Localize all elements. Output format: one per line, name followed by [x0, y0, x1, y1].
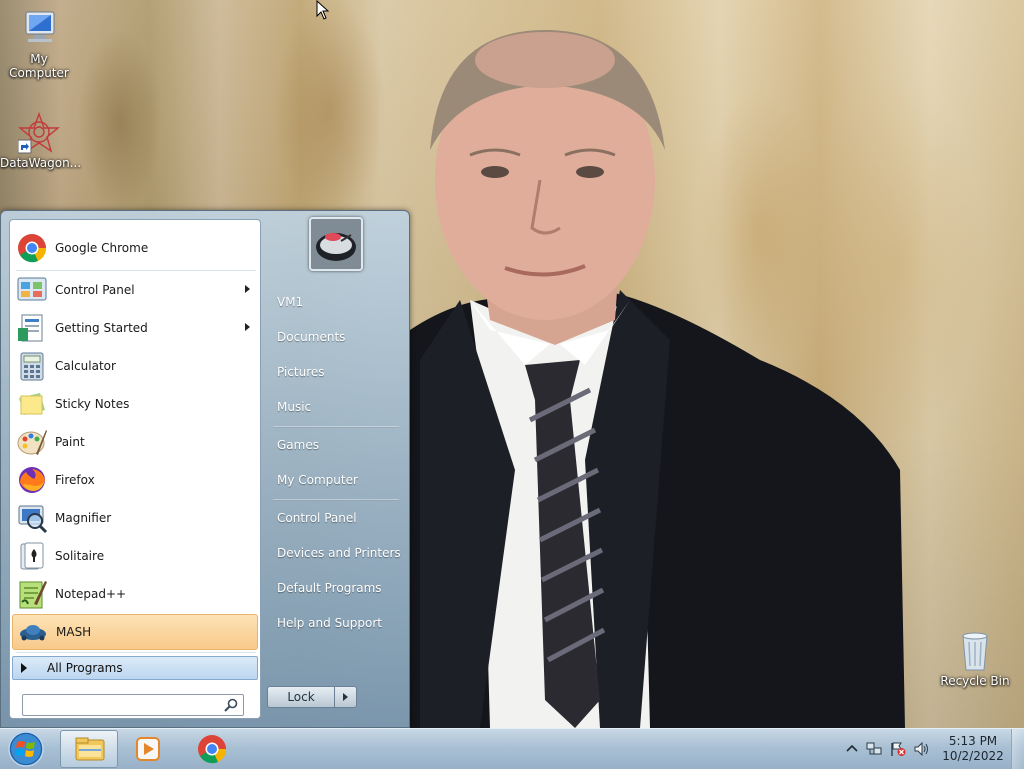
search-input[interactable]: [25, 696, 219, 716]
program-magnifier[interactable]: Magnifier: [12, 500, 258, 536]
clock-time: 5:13 PM: [948, 734, 998, 748]
program-label: Calculator: [55, 359, 116, 373]
program-label: Solitaire: [55, 549, 105, 563]
control-panel-icon: [16, 274, 48, 306]
volume-icon[interactable]: [914, 742, 930, 756]
solitaire-icon: [16, 540, 48, 572]
computer-icon: [18, 8, 60, 50]
right-pane-separator: [273, 499, 399, 501]
program-control-panel[interactable]: Control Panel: [12, 272, 258, 308]
program-label: Magnifier: [55, 511, 112, 525]
desktop-icon-label: Recycle Bin: [940, 674, 1010, 688]
expand-arrow-icon: [21, 663, 27, 673]
datawagon-shortcut-icon: [17, 111, 60, 154]
program-label: Paint: [55, 435, 85, 449]
submenu-arrow-icon: [245, 323, 250, 331]
right-pane-separator: [273, 426, 399, 428]
program-notepadpp[interactable]: Notepad++: [12, 576, 258, 612]
chrome-icon: [198, 735, 227, 764]
start-link-control-panel[interactable]: Control Panel: [267, 503, 401, 533]
windows-logo-icon: [8, 731, 44, 767]
program-getting-started[interactable]: Getting Started: [12, 310, 258, 346]
sticky-notes-icon: [16, 388, 48, 420]
program-label: MASH: [56, 625, 92, 639]
start-link-games[interactable]: Games: [267, 430, 401, 460]
start-link-pictures[interactable]: Pictures: [267, 357, 401, 387]
program-firefox[interactable]: Firefox: [12, 462, 258, 498]
program-calculator[interactable]: Calculator: [12, 348, 258, 384]
chrome-icon: [16, 232, 48, 264]
desktop-icon-label: My Computer: [9, 52, 69, 80]
program-label: Notepad++: [55, 587, 127, 601]
program-label: Control Panel: [55, 283, 135, 297]
media-player-icon: [136, 737, 160, 761]
start-link-devices-and-printers[interactable]: Devices and Printers: [267, 538, 401, 568]
desktop-icon-label: DataWagon...: [0, 156, 82, 170]
program-label: Sticky Notes: [55, 397, 130, 411]
firefox-icon: [16, 464, 48, 496]
action-center-flag-icon[interactable]: [890, 742, 906, 756]
program-sticky-notes[interactable]: Sticky Notes: [12, 386, 258, 422]
program-solitaire[interactable]: Solitaire: [12, 538, 258, 574]
start-menu-programs-pane: Google Chrome Control Panel Getting Star…: [9, 219, 261, 719]
recycle-bin-icon: [954, 630, 996, 672]
taskbar-media-player[interactable]: [120, 730, 178, 768]
start-link-help-and-support[interactable]: Help and Support: [267, 608, 401, 638]
program-paint[interactable]: Paint: [12, 424, 258, 460]
clock-date: 10/2/2022: [942, 749, 1004, 763]
program-google-chrome[interactable]: Google Chrome: [12, 230, 258, 266]
pinned-separator: [16, 270, 256, 271]
getting-started-icon: [16, 312, 48, 344]
start-link-vm1[interactable]: VM1: [267, 287, 401, 317]
user-account-picture[interactable]: [309, 217, 363, 271]
taskbar: 5:13 PM 10/2/2022: [0, 728, 1024, 769]
shutdown-options-button[interactable]: [335, 686, 357, 708]
all-programs-separator: [16, 652, 256, 653]
notepadpp-icon: [16, 578, 48, 610]
all-programs-button[interactable]: All Programs: [12, 656, 258, 680]
network-icon[interactable]: [866, 742, 882, 756]
magnifier-icon: [16, 502, 48, 534]
calculator-icon: [16, 350, 48, 382]
start-link-my-computer[interactable]: My Computer: [267, 465, 401, 495]
windows-explorer-icon: [75, 737, 105, 761]
desktop-icon-my-computer[interactable]: My Computer: [0, 8, 78, 80]
program-label: Getting Started: [55, 321, 148, 335]
start-link-documents[interactable]: Documents: [267, 322, 401, 352]
mash-icon: [17, 616, 49, 648]
taskbar-google-chrome[interactable]: [183, 730, 241, 768]
program-mash[interactable]: MASH: [12, 614, 258, 650]
mouse-cursor-icon: [316, 0, 330, 20]
system-clock[interactable]: 5:13 PM 10/2/2022: [938, 734, 1008, 764]
start-link-music[interactable]: Music: [267, 392, 401, 422]
chevron-right-icon: [343, 693, 348, 701]
show-hidden-icons-chevron-icon[interactable]: [844, 742, 860, 756]
program-label: Firefox: [55, 473, 95, 487]
lock-button[interactable]: Lock: [267, 686, 335, 708]
all-programs-label: All Programs: [47, 661, 123, 675]
start-link-default-programs[interactable]: Default Programs: [267, 573, 401, 603]
paint-icon: [16, 426, 48, 458]
submenu-arrow-icon: [245, 285, 250, 293]
search-icon[interactable]: [224, 698, 238, 712]
start-menu: Google Chrome Control Panel Getting Star…: [0, 210, 410, 728]
program-label: Google Chrome: [55, 241, 149, 255]
desktop-icon-recycle-bin[interactable]: Recycle Bin: [936, 630, 1014, 688]
start-button[interactable]: [6, 730, 46, 768]
taskbar-windows-explorer[interactable]: [60, 730, 118, 768]
desktop-icon-datawagon[interactable]: DataWagon...: [0, 111, 82, 170]
show-desktop-button[interactable]: [1011, 729, 1024, 769]
start-search-box[interactable]: [22, 694, 244, 716]
